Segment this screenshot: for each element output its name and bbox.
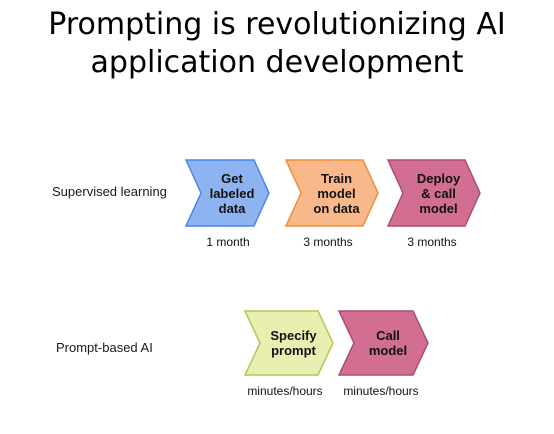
step-text-line: Train	[320, 170, 353, 186]
slide-title: Prompting is revolutionizing AI applicat…	[0, 6, 554, 82]
step-text-line: labeled	[209, 185, 255, 201]
step-text-line: Specify	[270, 328, 317, 343]
duration-label: 3 months	[407, 235, 457, 249]
step-text-line: data	[218, 200, 246, 216]
duration-label: minutes/hours	[247, 384, 323, 398]
row-label-prompt-based-ai: Prompt-based AI	[56, 340, 153, 355]
step-text-line: Get	[221, 170, 243, 186]
step-text-line: Deploy	[416, 170, 461, 186]
step-train-model-on-data: Train model on data	[284, 159, 379, 227]
title-line-2: application development	[90, 45, 464, 80]
row-label-supervised-learning: Supervised learning	[52, 184, 167, 199]
step-get-labeled-data: Get labeled data	[184, 159, 270, 227]
step-specify-prompt: Specify prompt	[243, 310, 334, 376]
duration-label: 3 months	[303, 235, 353, 249]
step-text-line: & call	[421, 185, 456, 201]
step-deploy-and-call-model: Deploy & call model	[386, 159, 481, 227]
title-line-1: Prompting is revolutionizing AI	[48, 7, 506, 42]
step-text-line: prompt	[271, 343, 316, 358]
step-call-model: Call model	[337, 310, 429, 376]
duration-label: 1 month	[206, 235, 250, 249]
step-text-line: model	[419, 200, 458, 216]
step-text-line: model	[368, 343, 408, 358]
duration-label: minutes/hours	[343, 384, 419, 398]
step-text-line: Call	[376, 328, 400, 343]
step-text-line: model	[317, 185, 356, 201]
step-text-line: on data	[313, 200, 360, 216]
